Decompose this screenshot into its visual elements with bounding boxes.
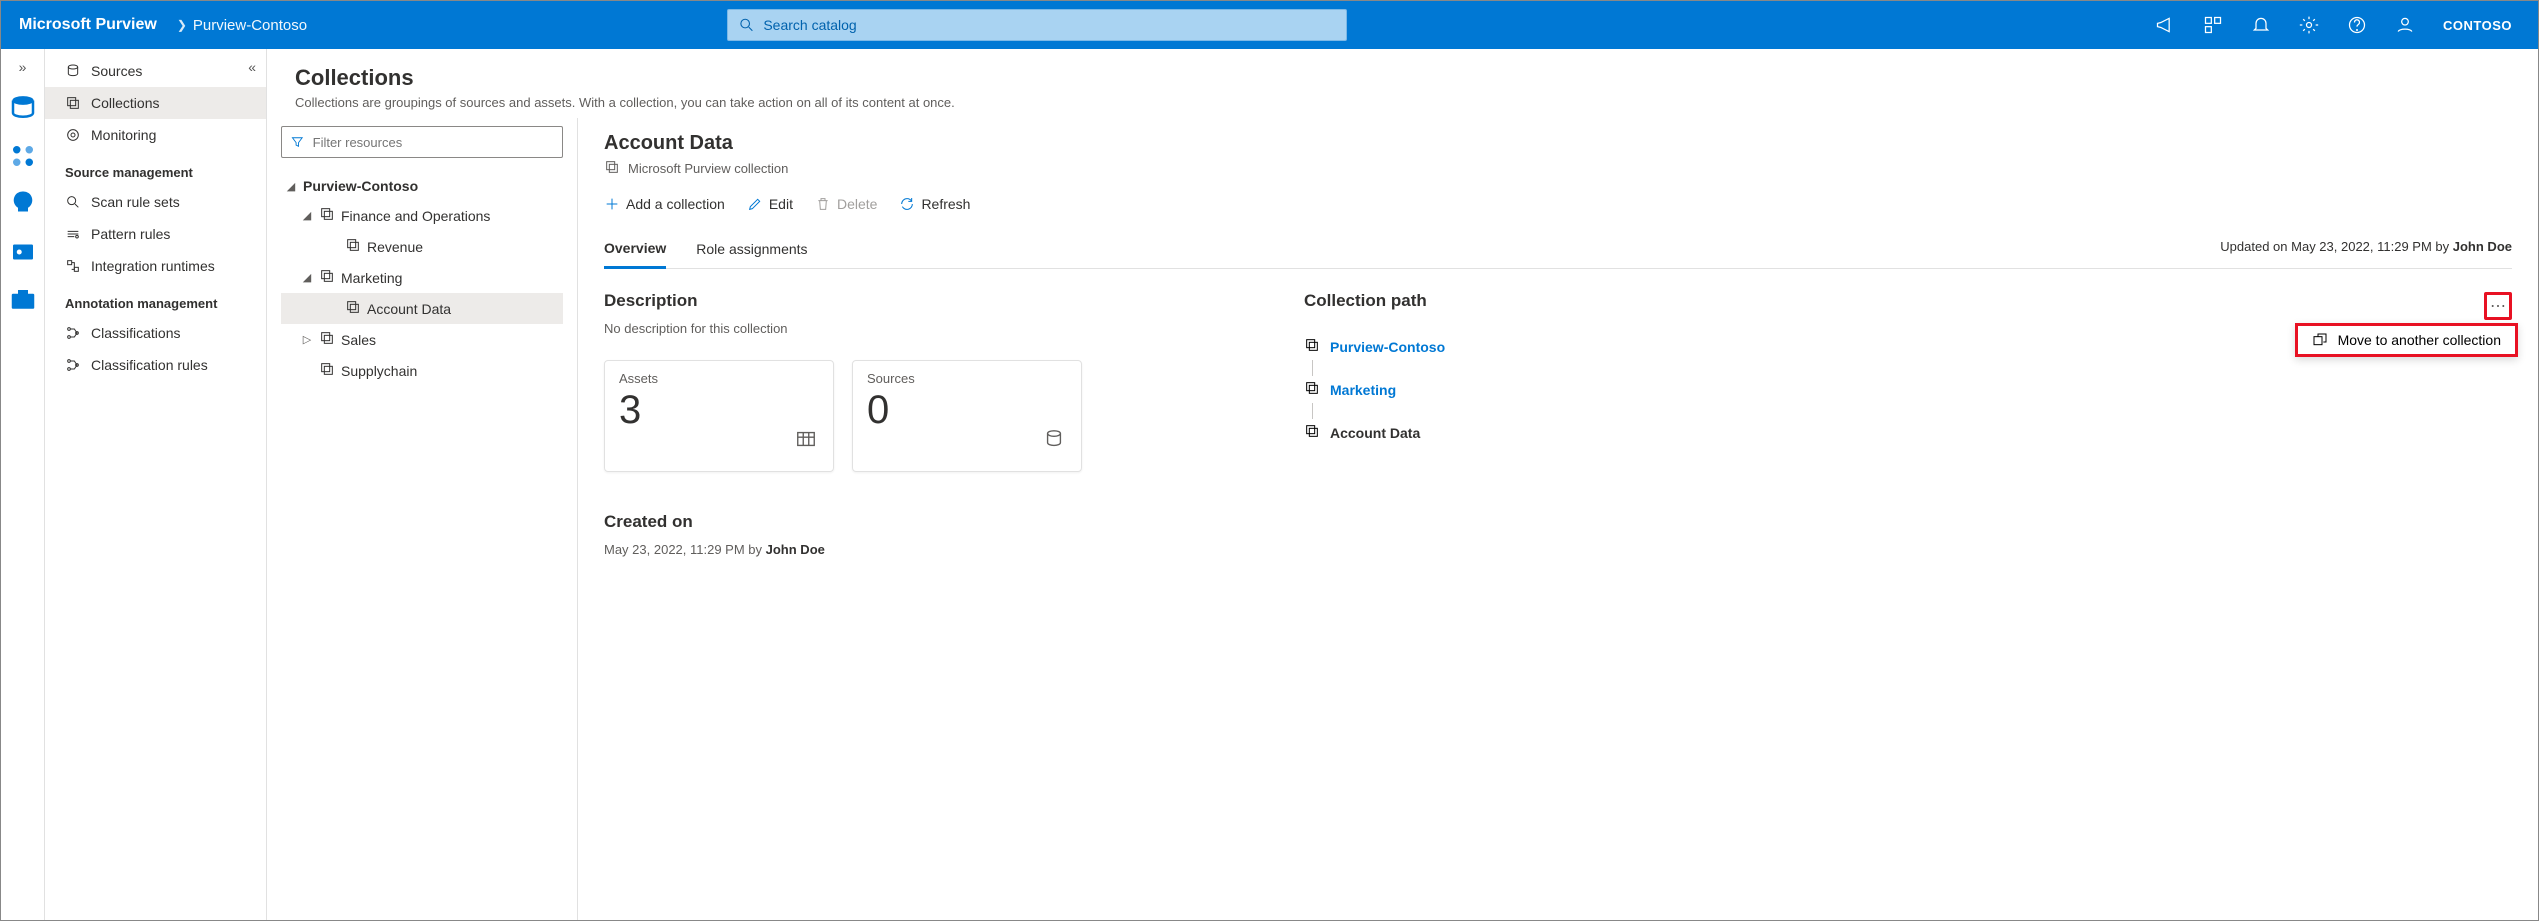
diagnostics-icon[interactable]: [2203, 15, 2223, 35]
nav-monitoring[interactable]: Monitoring: [45, 119, 266, 151]
gear-icon[interactable]: [2299, 15, 2319, 35]
collection-icon: [1304, 380, 1320, 399]
left-rail: »: [1, 49, 45, 920]
tree-root[interactable]: ◢Purview-Contoso: [281, 172, 563, 200]
tree-revenue[interactable]: Revenue: [281, 231, 563, 262]
help-icon[interactable]: [2347, 15, 2367, 35]
command-bar: Add a collection Edit Delete Refresh: [604, 196, 2512, 212]
collection-path-heading: Collection path: [1304, 291, 1427, 311]
description-text: No description for this collection: [604, 321, 1244, 336]
nav-collections-label: Collections: [91, 95, 159, 111]
move-collection-menu-item[interactable]: Move to another collection: [2295, 323, 2518, 357]
filter-box[interactable]: [281, 126, 563, 158]
card-assets[interactable]: Assets 3: [604, 360, 834, 472]
path-link-marketing[interactable]: Marketing: [1330, 382, 1396, 398]
collection-icon: [1304, 423, 1320, 442]
nav-label: Integration runtimes: [91, 258, 215, 274]
tenant-label[interactable]: CONTOSO: [2443, 18, 2512, 33]
nav-group-source-mgmt: Source management: [45, 151, 266, 186]
tree-sales[interactable]: ▷Sales: [281, 324, 563, 355]
card-sources-label: Sources: [867, 371, 1067, 386]
rail-data-map-icon[interactable]: [8, 93, 38, 123]
detail-panel: Account Data Microsoft Purview collectio…: [577, 118, 2538, 920]
nav-label: Pattern rules: [91, 226, 170, 242]
description-heading: Description: [604, 291, 1244, 311]
bell-icon[interactable]: [2251, 15, 2271, 35]
breadcrumb-separator-icon: ❯: [171, 18, 193, 32]
rail-policy-icon[interactable]: [8, 237, 38, 267]
nav-scan-rule-sets[interactable]: Scan rule sets: [45, 186, 266, 218]
side-nav: « Sources Collections Monitoring Source …: [45, 49, 267, 920]
nav-label: Scan rule sets: [91, 194, 180, 210]
rail-expand-icon[interactable]: »: [19, 59, 27, 75]
nav-collapse-icon[interactable]: «: [248, 59, 256, 75]
feedback-icon[interactable]: [2395, 15, 2415, 35]
tree-finance[interactable]: ◢Finance and Operations: [281, 200, 563, 231]
detail-subtitle: Microsoft Purview collection: [628, 161, 788, 176]
tree-marketing[interactable]: ◢Marketing: [281, 262, 563, 293]
card-sources[interactable]: Sources 0: [852, 360, 1082, 472]
nav-classification-rules[interactable]: Classification rules: [45, 349, 266, 381]
detail-title: Account Data: [604, 132, 2512, 155]
detail-tabs: Overview Role assignments Updated on May…: [604, 234, 2512, 269]
page-title: Collections: [295, 65, 2510, 91]
collection-icon: [1304, 337, 1320, 356]
nav-sources[interactable]: Sources: [45, 55, 266, 87]
tab-role-assignments[interactable]: Role assignments: [696, 235, 807, 267]
path-link-root[interactable]: Purview-Contoso: [1330, 339, 1445, 355]
updated-info: Updated on May 23, 2022, 11:29 PM by Joh…: [2220, 239, 2512, 264]
cmd-add-collection[interactable]: Add a collection: [604, 196, 725, 212]
nav-sources-label: Sources: [91, 63, 142, 79]
search-box[interactable]: [727, 9, 1347, 41]
rail-catalog-icon[interactable]: [8, 141, 38, 171]
nav-pattern-rules[interactable]: Pattern rules: [45, 218, 266, 250]
rail-management-icon[interactable]: [8, 285, 38, 315]
top-bar: Microsoft Purview ❯ Purview-Contoso CONT…: [1, 1, 2538, 49]
created-heading: Created on: [604, 512, 1244, 532]
tab-overview[interactable]: Overview: [604, 234, 666, 269]
filter-input[interactable]: [313, 135, 554, 150]
breadcrumb-account[interactable]: Purview-Contoso: [193, 17, 307, 34]
path-connector: [1312, 403, 2512, 419]
cmd-delete: Delete: [815, 196, 877, 212]
search-input[interactable]: [763, 17, 1336, 33]
nav-collections[interactable]: Collections: [45, 87, 266, 119]
top-actions: CONTOSO: [2155, 15, 2538, 35]
tree-supplychain[interactable]: Supplychain: [281, 355, 563, 386]
nav-label: Classifications: [91, 325, 180, 341]
megaphone-icon[interactable]: [2155, 15, 2175, 35]
nav-group-annotation-mgmt: Annotation management: [45, 282, 266, 317]
path-current: Account Data: [1330, 425, 1420, 441]
table-icon: [795, 428, 817, 455]
path-connector: [1312, 360, 2512, 376]
rail-insights-icon[interactable]: [8, 189, 38, 219]
page-header: Collections Collections are groupings of…: [267, 49, 2538, 118]
collection-icon: [604, 159, 620, 178]
nav-classifications[interactable]: Classifications: [45, 317, 266, 349]
nav-label: Classification rules: [91, 357, 208, 373]
tree-panel: ◢Purview-Contoso ◢Finance and Operations…: [267, 118, 577, 920]
move-icon: [2312, 332, 2328, 348]
cmd-refresh[interactable]: Refresh: [899, 196, 970, 212]
nav-monitoring-label: Monitoring: [91, 127, 156, 143]
brand[interactable]: Microsoft Purview: [1, 16, 171, 34]
move-collection-label: Move to another collection: [2338, 332, 2501, 348]
card-assets-value: 3: [619, 388, 819, 433]
tree-account-data[interactable]: Account Data: [281, 293, 563, 324]
search-icon: [738, 16, 755, 34]
database-icon: [1043, 428, 1065, 455]
created-line: May 23, 2022, 11:29 PM by John Doe: [604, 542, 1244, 557]
collection-path-more-button[interactable]: ⋯: [2484, 292, 2512, 320]
card-sources-value: 0: [867, 388, 1067, 433]
card-assets-label: Assets: [619, 371, 819, 386]
cmd-edit[interactable]: Edit: [747, 196, 793, 212]
filter-icon: [290, 134, 305, 150]
nav-integration-runtimes[interactable]: Integration runtimes: [45, 250, 266, 282]
page-subtitle: Collections are groupings of sources and…: [295, 95, 2510, 110]
